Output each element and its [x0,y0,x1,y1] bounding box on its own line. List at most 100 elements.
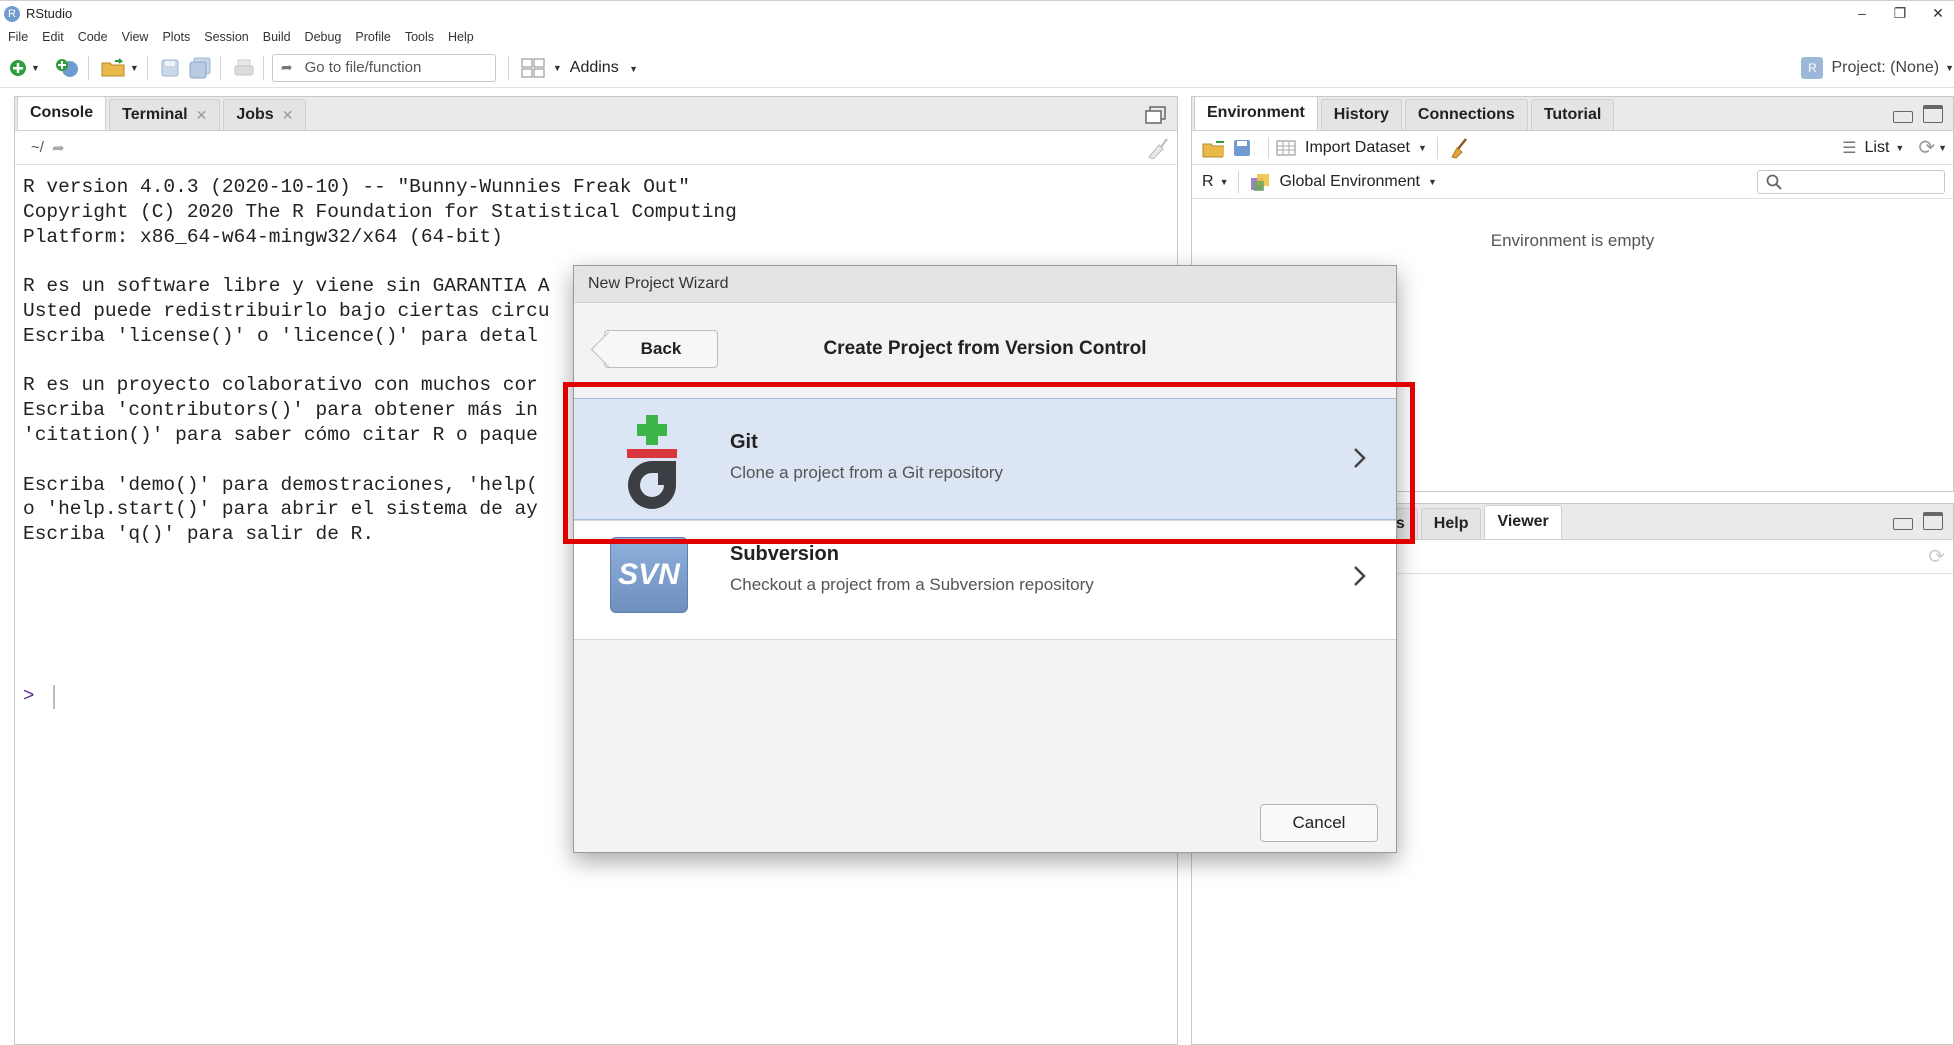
menu-view[interactable]: View [115,30,156,44]
open-folder-icon [101,57,125,76]
save-all-button[interactable] [188,55,212,81]
restore-pane-icon[interactable] [1145,105,1167,125]
tab-terminal[interactable]: Terminal ✕ [109,99,221,130]
tab-label: Environment [1207,104,1305,121]
tab-jobs[interactable]: Jobs ✕ [223,99,307,130]
menu-build[interactable]: Build [256,30,298,44]
tab-history[interactable]: History [1320,99,1402,130]
tab-tutorial[interactable]: Tutorial [1530,99,1615,130]
list-icon: ☰ [1842,139,1857,157]
working-directory[interactable]: ~/ [31,139,44,156]
restore-button[interactable]: ❐ [1880,0,1920,26]
go-to-file-placeholder: Go to file/function [304,59,422,76]
new-project-icon [55,58,78,77]
tab-label: Tutorial [1543,106,1602,123]
tab-console[interactable]: Console [17,96,107,130]
menu-session[interactable]: Session [197,30,255,44]
print-button[interactable] [233,55,255,81]
menu-plots[interactable]: Plots [155,30,197,44]
git-icon [627,415,677,509]
new-project-wizard-dialog: New Project Wizard Back Create Project f… [573,265,1397,853]
go-to-file-input[interactable]: ➦ Go to file/function [271,53,496,82]
menu-file[interactable]: File [0,30,35,44]
chevron-down-icon: ▼ [1938,142,1947,153]
save-workspace-icon[interactable] [1232,138,1254,158]
git-option-title: Git [730,431,758,453]
save-button[interactable] [160,55,180,81]
addins-label: Addins [569,58,619,76]
menu-debug[interactable]: Debug [298,30,349,44]
chevron-down-icon: ▼ [1417,142,1427,153]
tab-label: Help [1433,515,1469,532]
minimize-pane-icon[interactable] [1893,518,1913,530]
minimize-button[interactable]: – [1842,0,1882,26]
menu-code[interactable]: Code [71,30,115,44]
import-dataset-icon [1276,140,1296,155]
menu-bar: File Edit Code View Plots Session Build … [0,26,481,48]
new-project-button[interactable] [54,55,80,81]
console-line: Copyright (C) 2020 The R Foundation for … [23,200,737,223]
environment-tabstrip: Environment History Connections Tutorial [1192,96,1953,131]
language-selector[interactable]: R [1202,173,1214,191]
git-option[interactable]: Git Clone a project from a Git repositor… [574,398,1396,520]
environment-search-input[interactable] [1757,170,1945,194]
viewer-pane-controls [1893,512,1943,530]
save-icon [161,59,179,76]
load-workspace-icon[interactable] [1202,138,1224,158]
title-bar: R RStudio [0,0,1954,26]
addins-button[interactable]: Addins ▼ [570,59,638,77]
console-prompt: > [23,685,35,707]
toolbar-separator [1436,136,1438,159]
chevron-down-icon: ▼ [552,62,562,73]
tab-environment[interactable]: Environment [1194,96,1318,130]
console-line: Platform: x86_64-w64-mingw32/x64 (64-bit… [23,225,503,248]
close-tab-icon[interactable]: ✕ [282,107,294,124]
console-input-cursor[interactable] [53,685,55,709]
tab-label: Jobs [236,106,274,123]
tab-label: Connections [1417,106,1515,123]
console-line: R version 4.0.3 (2020-10-10) -- "Bunny-W… [23,176,691,198]
go-to-directory-icon[interactable]: ➦ [52,139,65,157]
close-window-button[interactable]: ✕ [1918,0,1954,26]
chevron-right-icon [1354,448,1366,468]
svn-icon: SVN [610,537,688,613]
new-file-button[interactable]: ▼ [8,55,40,81]
global-environment-icon [1251,173,1270,191]
grid-layout-icon [521,58,545,77]
environment-pane-controls [1893,105,1943,123]
project-menu-button[interactable]: R Project: (None) ▼ [1801,48,1954,88]
broom-icon[interactable] [1448,137,1472,159]
tab-connections[interactable]: Connections [1404,99,1528,130]
menu-profile[interactable]: Profile [348,30,397,44]
import-dataset-button[interactable]: Import Dataset [1305,139,1410,157]
tab-viewer[interactable]: Viewer [1484,505,1562,539]
tab-help[interactable]: Help [1420,508,1482,539]
refresh-icon[interactable]: ⟳ [1928,544,1945,569]
maximize-pane-icon[interactable] [1923,105,1943,123]
menu-tools[interactable]: Tools [398,30,441,44]
subversion-option[interactable]: SVN Subversion Checkout a project from a… [574,520,1396,640]
clear-console-icon[interactable] [1145,137,1169,159]
chevron-down-icon: ▼ [129,62,139,73]
search-icon [1766,174,1782,190]
project-icon: R [1801,57,1824,79]
cancel-button[interactable]: Cancel [1260,804,1378,842]
environment-toolbar: Import Dataset ▼ ☰ List ▼ ⟳ ▼ [1192,131,1953,165]
menu-help[interactable]: Help [441,30,481,44]
close-tab-icon[interactable]: ✕ [196,107,208,124]
tab-label: Console [30,104,94,121]
refresh-icon[interactable]: ⟳ [1918,135,1935,160]
maximize-pane-icon[interactable] [1923,512,1943,530]
minimize-pane-icon[interactable] [1893,111,1913,123]
open-file-button[interactable]: ▼ [101,55,139,81]
go-to-arrow-icon: ➦ [280,59,293,75]
toolbar-separator [1238,170,1240,193]
global-environment-selector[interactable]: Global Environment [1279,173,1420,191]
toolbar-separator [1268,136,1269,159]
subversion-option-title: Subversion [730,543,839,565]
list-view-button[interactable]: List [1864,139,1889,157]
menu-edit[interactable]: Edit [35,30,71,44]
toolbar-separator [507,55,509,80]
git-option-description: Clone a project from a Git repository [730,463,1004,482]
pane-layout-button[interactable]: ▼ [521,55,562,81]
